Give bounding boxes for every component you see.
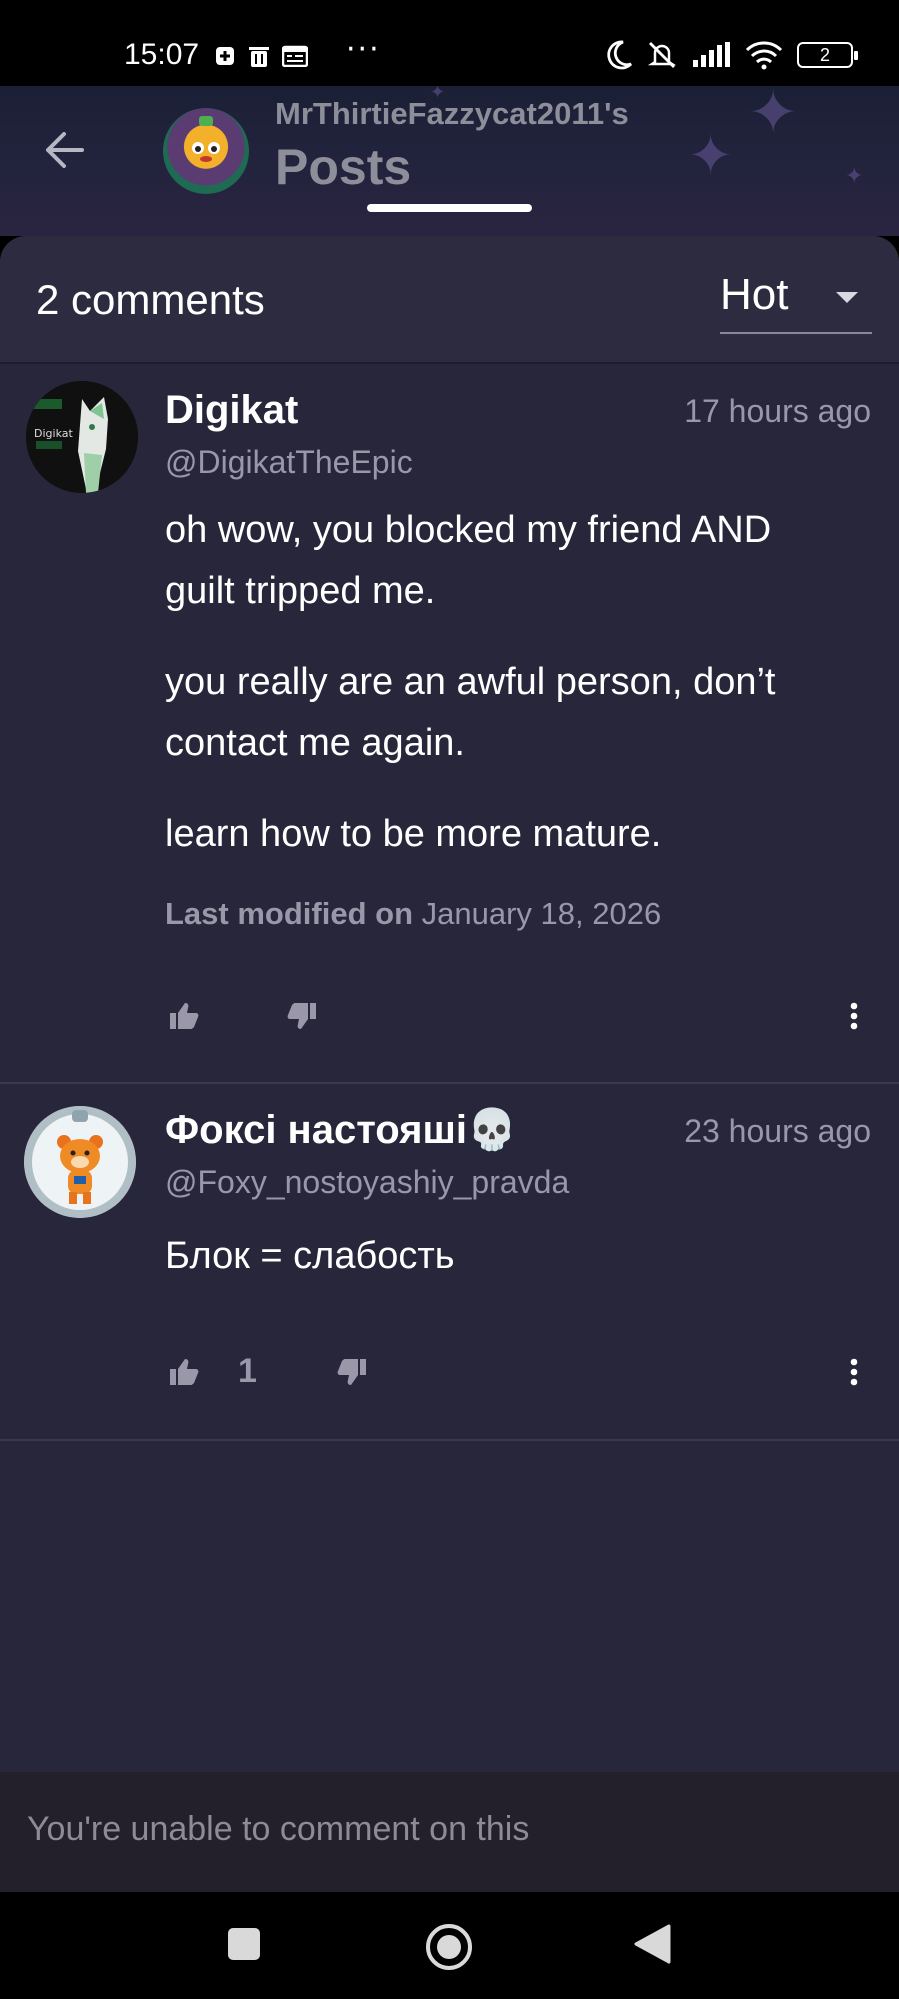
status-time: 15:07 xyxy=(124,38,200,71)
dislike-button[interactable] xyxy=(326,1346,378,1398)
commenter-avatar[interactable]: Digikat xyxy=(26,381,138,493)
dislike-button[interactable] xyxy=(276,990,328,1042)
comment-options-button[interactable] xyxy=(834,990,874,1042)
comment-paragraph: Блок = слабость xyxy=(165,1235,455,1277)
commenter-avatar[interactable] xyxy=(24,1106,136,1218)
bell-off-icon xyxy=(647,42,677,68)
commenter-name[interactable]: Фоксі настояші💀 xyxy=(165,1106,517,1153)
more-vertical-icon xyxy=(850,1358,858,1386)
thumbs-up-icon xyxy=(170,1359,199,1385)
star-decoration: ✦ xyxy=(688,124,734,187)
wifi-icon xyxy=(745,41,783,70)
more-vertical-icon xyxy=(850,1002,858,1030)
avatar-label: Digikat xyxy=(34,427,73,440)
back-button[interactable] xyxy=(38,124,90,176)
system-nav-bar xyxy=(0,1892,899,1999)
moon-icon xyxy=(607,40,633,70)
comment-paragraph: you really are an awful person, don’t co… xyxy=(165,661,776,764)
star-decoration: ✦ xyxy=(845,164,864,189)
commenter-handle: @Foxy_nostoyashiy_pravda xyxy=(165,1164,570,1200)
comments-count: 2 comments xyxy=(36,276,265,323)
profile-header: ✦ ✦ ✦ ✦ MrThirtieFazzycat2011's Posts xyxy=(0,86,899,236)
comment-paragraph: learn how to be more mature. xyxy=(165,813,662,855)
profile-avatar[interactable] xyxy=(163,108,249,194)
like-button[interactable] xyxy=(158,990,210,1042)
like-button[interactable] xyxy=(158,1346,210,1398)
commenter-name[interactable]: Digikat xyxy=(165,388,298,433)
star-decoration: ✦ xyxy=(748,86,799,148)
trash-icon xyxy=(249,47,269,67)
home-button[interactable] xyxy=(424,1922,474,1972)
thumbs-down-icon xyxy=(287,1003,316,1029)
comments-panel: 2 comments Hot Digikat Digikat 17 hours … xyxy=(0,236,899,1772)
home-circle-icon xyxy=(426,1924,472,1970)
comment-timestamp: 17 hours ago xyxy=(684,393,871,429)
calendar-icon xyxy=(282,45,308,67)
sort-label: Hot xyxy=(720,270,789,319)
comment-disabled-text: You're unable to comment on this xyxy=(27,1810,530,1848)
comment-timestamp: 23 hours ago xyxy=(684,1113,871,1149)
last-modified-label: Last modified on xyxy=(165,896,413,931)
plus-square-icon xyxy=(216,47,234,65)
triangle-back-icon xyxy=(634,1924,671,1964)
commenter-handle: @DigikatTheEpic xyxy=(165,444,413,480)
last-modified-date: January 18, 2026 xyxy=(421,896,662,931)
battery-icon: 2 xyxy=(797,42,858,68)
chevron-down-icon xyxy=(836,292,858,303)
profile-owner-label: MrThirtieFazzycat2011's xyxy=(275,96,629,131)
page-title: Posts xyxy=(275,139,412,195)
thumbs-up-icon xyxy=(170,1003,199,1029)
comment-paragraph: oh wow, you blocked my friend AND guilt … xyxy=(165,509,772,612)
last-modified: Last modified on January 18, 2026 xyxy=(165,896,661,932)
thumbs-down-icon xyxy=(337,1359,366,1385)
comment-options-button[interactable] xyxy=(834,1346,874,1398)
sort-dropdown[interactable]: Hot xyxy=(720,268,872,334)
tab-indicator xyxy=(367,204,532,212)
status-bar: 15:07 ··· 2 xyxy=(0,0,899,86)
back-nav-button[interactable] xyxy=(630,1922,674,1966)
square-icon xyxy=(228,1928,260,1960)
comment-disabled-bar: You're unable to comment on this xyxy=(0,1772,899,1892)
comment-item: Digikat Digikat 17 hours ago @DigikatThe… xyxy=(0,366,899,1084)
more-notifications-icon: ··· xyxy=(346,32,381,67)
battery-level: 2 xyxy=(819,44,830,65)
signal-icon xyxy=(693,42,730,67)
comments-toolbar: 2 comments Hot xyxy=(0,236,899,364)
recents-button[interactable] xyxy=(222,1922,266,1966)
comment-item: Фоксі настояші💀 23 hours ago @Foxy_nosto… xyxy=(0,1086,899,1441)
like-count: 1 xyxy=(238,1352,257,1390)
arrow-left-icon xyxy=(46,132,84,168)
